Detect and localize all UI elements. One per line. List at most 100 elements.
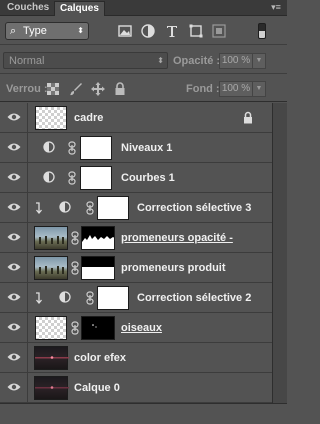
layer-row[interactable]: Courbes 1 bbox=[0, 163, 272, 193]
layer-row[interactable]: Niveaux 1 bbox=[0, 133, 272, 163]
image-filter-icon[interactable] bbox=[118, 24, 132, 38]
layer-mask-thumbnail[interactable] bbox=[81, 256, 115, 280]
link-icon[interactable] bbox=[71, 231, 79, 245]
link-icon[interactable] bbox=[86, 291, 94, 305]
layer-name[interactable]: promeneurs produit bbox=[121, 262, 226, 274]
visibility-toggle[interactable] bbox=[0, 253, 28, 282]
layer-mask-thumbnail[interactable] bbox=[80, 166, 112, 190]
layer-row[interactable]: Correction sélective 3 bbox=[0, 193, 272, 223]
link-icon[interactable] bbox=[71, 321, 79, 335]
curves-adjustment-icon[interactable] bbox=[43, 171, 55, 183]
visibility-toggle[interactable] bbox=[0, 133, 28, 162]
eye-icon bbox=[7, 203, 21, 211]
layer-thumbnail[interactable] bbox=[34, 256, 68, 280]
selective-color-adjustment-icon[interactable] bbox=[59, 201, 71, 213]
layer-row[interactable]: Correction sélective 2 bbox=[0, 283, 272, 313]
link-icon[interactable] bbox=[68, 141, 76, 155]
visibility-toggle[interactable] bbox=[0, 103, 28, 132]
layer-name[interactable]: Correction sélective 2 bbox=[137, 292, 251, 304]
opacity-field[interactable]: 100 % bbox=[219, 53, 253, 69]
visibility-toggle[interactable] bbox=[0, 313, 28, 342]
layer-row[interactable]: Calque 0 bbox=[0, 373, 272, 403]
filter-toggle-switch[interactable] bbox=[258, 23, 266, 39]
eye-icon bbox=[7, 173, 21, 181]
eye-icon bbox=[7, 323, 21, 331]
panel-bottom-bar bbox=[0, 403, 287, 424]
layer-thumbnail[interactable] bbox=[35, 106, 67, 130]
walkers-image bbox=[39, 266, 64, 274]
layer-row[interactable]: color efex bbox=[0, 343, 272, 373]
visibility-toggle[interactable] bbox=[0, 373, 28, 402]
visibility-toggle[interactable] bbox=[0, 193, 28, 222]
layer-name[interactable]: Calque 0 bbox=[74, 382, 120, 394]
layer-name[interactable]: promeneurs opacité - bbox=[121, 232, 233, 244]
layer-thumbnail[interactable] bbox=[34, 376, 69, 400]
brush-icon[interactable] bbox=[69, 82, 83, 96]
layer-mask-thumbnail[interactable] bbox=[80, 136, 112, 160]
layer-name[interactable]: cadre bbox=[74, 112, 103, 124]
fill-label: Fond : bbox=[186, 83, 220, 95]
clipping-mask-icon bbox=[36, 202, 42, 214]
filter-kind-select[interactable]: ⌕ Type ⬍ bbox=[5, 22, 89, 40]
panel-tab-bar: Couches Calques ▾≡ bbox=[0, 0, 287, 16]
lock-transparency-icon[interactable] bbox=[46, 82, 60, 96]
lock-icon[interactable] bbox=[113, 82, 127, 96]
layer-name[interactable]: oiseaux bbox=[121, 322, 162, 334]
visibility-toggle[interactable] bbox=[0, 343, 28, 372]
type-filter-icon[interactable] bbox=[165, 24, 179, 38]
layer-row[interactable]: promeneurs opacité - bbox=[0, 223, 272, 253]
smart-object-filter-icon[interactable] bbox=[212, 24, 226, 38]
layer-thumbnail[interactable] bbox=[34, 346, 69, 370]
layer-row[interactable]: promeneurs produit bbox=[0, 253, 272, 283]
layer-name[interactable]: Correction sélective 3 bbox=[137, 202, 251, 214]
filter-kind-label: Type bbox=[23, 25, 47, 37]
layer-mask-thumbnail[interactable] bbox=[97, 286, 129, 310]
layer-mask-thumbnail[interactable] bbox=[81, 226, 115, 250]
chevron-down-icon[interactable]: ▼ bbox=[253, 81, 266, 97]
chevron-updown-icon: ⬍ bbox=[157, 56, 164, 65]
chevron-down-icon[interactable]: ▼ bbox=[253, 53, 266, 69]
levels-adjustment-icon[interactable] bbox=[43, 141, 55, 153]
layers-scrollbar[interactable] bbox=[272, 103, 287, 403]
shape-filter-icon[interactable] bbox=[189, 24, 203, 38]
link-icon[interactable] bbox=[86, 201, 94, 215]
blend-mode-select[interactable]: Normal ⬍ bbox=[3, 52, 168, 69]
selective-color-adjustment-icon[interactable] bbox=[59, 291, 71, 303]
search-icon: ⌕ bbox=[10, 25, 17, 37]
eye-icon bbox=[7, 143, 21, 151]
adjustment-filter-icon[interactable] bbox=[141, 24, 155, 38]
visibility-toggle[interactable] bbox=[0, 163, 28, 192]
layer-name[interactable]: color efex bbox=[74, 352, 126, 364]
layers-list: cadre Niveaux 1 Courbes 1 Correction sél… bbox=[0, 103, 272, 403]
layer-name[interactable]: Niveaux 1 bbox=[121, 142, 172, 154]
eye-icon bbox=[7, 113, 21, 121]
silhouette-mask-image bbox=[82, 235, 114, 249]
walkers-image bbox=[39, 236, 64, 244]
layer-mask-thumbnail[interactable] bbox=[97, 196, 129, 220]
tab-couches[interactable]: Couches bbox=[2, 1, 54, 16]
layer-row[interactable]: oiseaux bbox=[0, 313, 272, 343]
chevron-updown-icon: ⬍ bbox=[77, 26, 84, 35]
blend-row: Normal ⬍ Opacité : 100 % ▼ bbox=[0, 46, 287, 74]
link-icon[interactable] bbox=[68, 171, 76, 185]
blend-mode-label: Normal bbox=[9, 55, 45, 67]
layer-thumbnail[interactable] bbox=[35, 316, 67, 340]
opacity-label: Opacité : bbox=[173, 55, 221, 67]
sunset-image bbox=[35, 356, 69, 359]
layer-name[interactable]: Courbes 1 bbox=[121, 172, 175, 184]
clipping-mask-icon bbox=[36, 292, 42, 304]
birds-mask-image bbox=[92, 324, 97, 328]
visibility-toggle[interactable] bbox=[0, 283, 28, 312]
eye-icon bbox=[7, 263, 21, 271]
eye-icon bbox=[7, 383, 21, 391]
fill-field[interactable]: 100 % bbox=[219, 81, 253, 97]
visibility-toggle[interactable] bbox=[0, 223, 28, 252]
link-icon[interactable] bbox=[71, 261, 79, 275]
tab-calques[interactable]: Calques bbox=[54, 1, 105, 16]
layer-row[interactable]: cadre bbox=[0, 103, 272, 133]
lock-icon bbox=[244, 111, 252, 124]
move-icon[interactable] bbox=[91, 82, 105, 96]
layer-mask-thumbnail[interactable] bbox=[81, 316, 115, 340]
panel-menu-icon[interactable]: ▾≡ bbox=[269, 2, 283, 13]
layer-thumbnail[interactable] bbox=[34, 226, 68, 250]
